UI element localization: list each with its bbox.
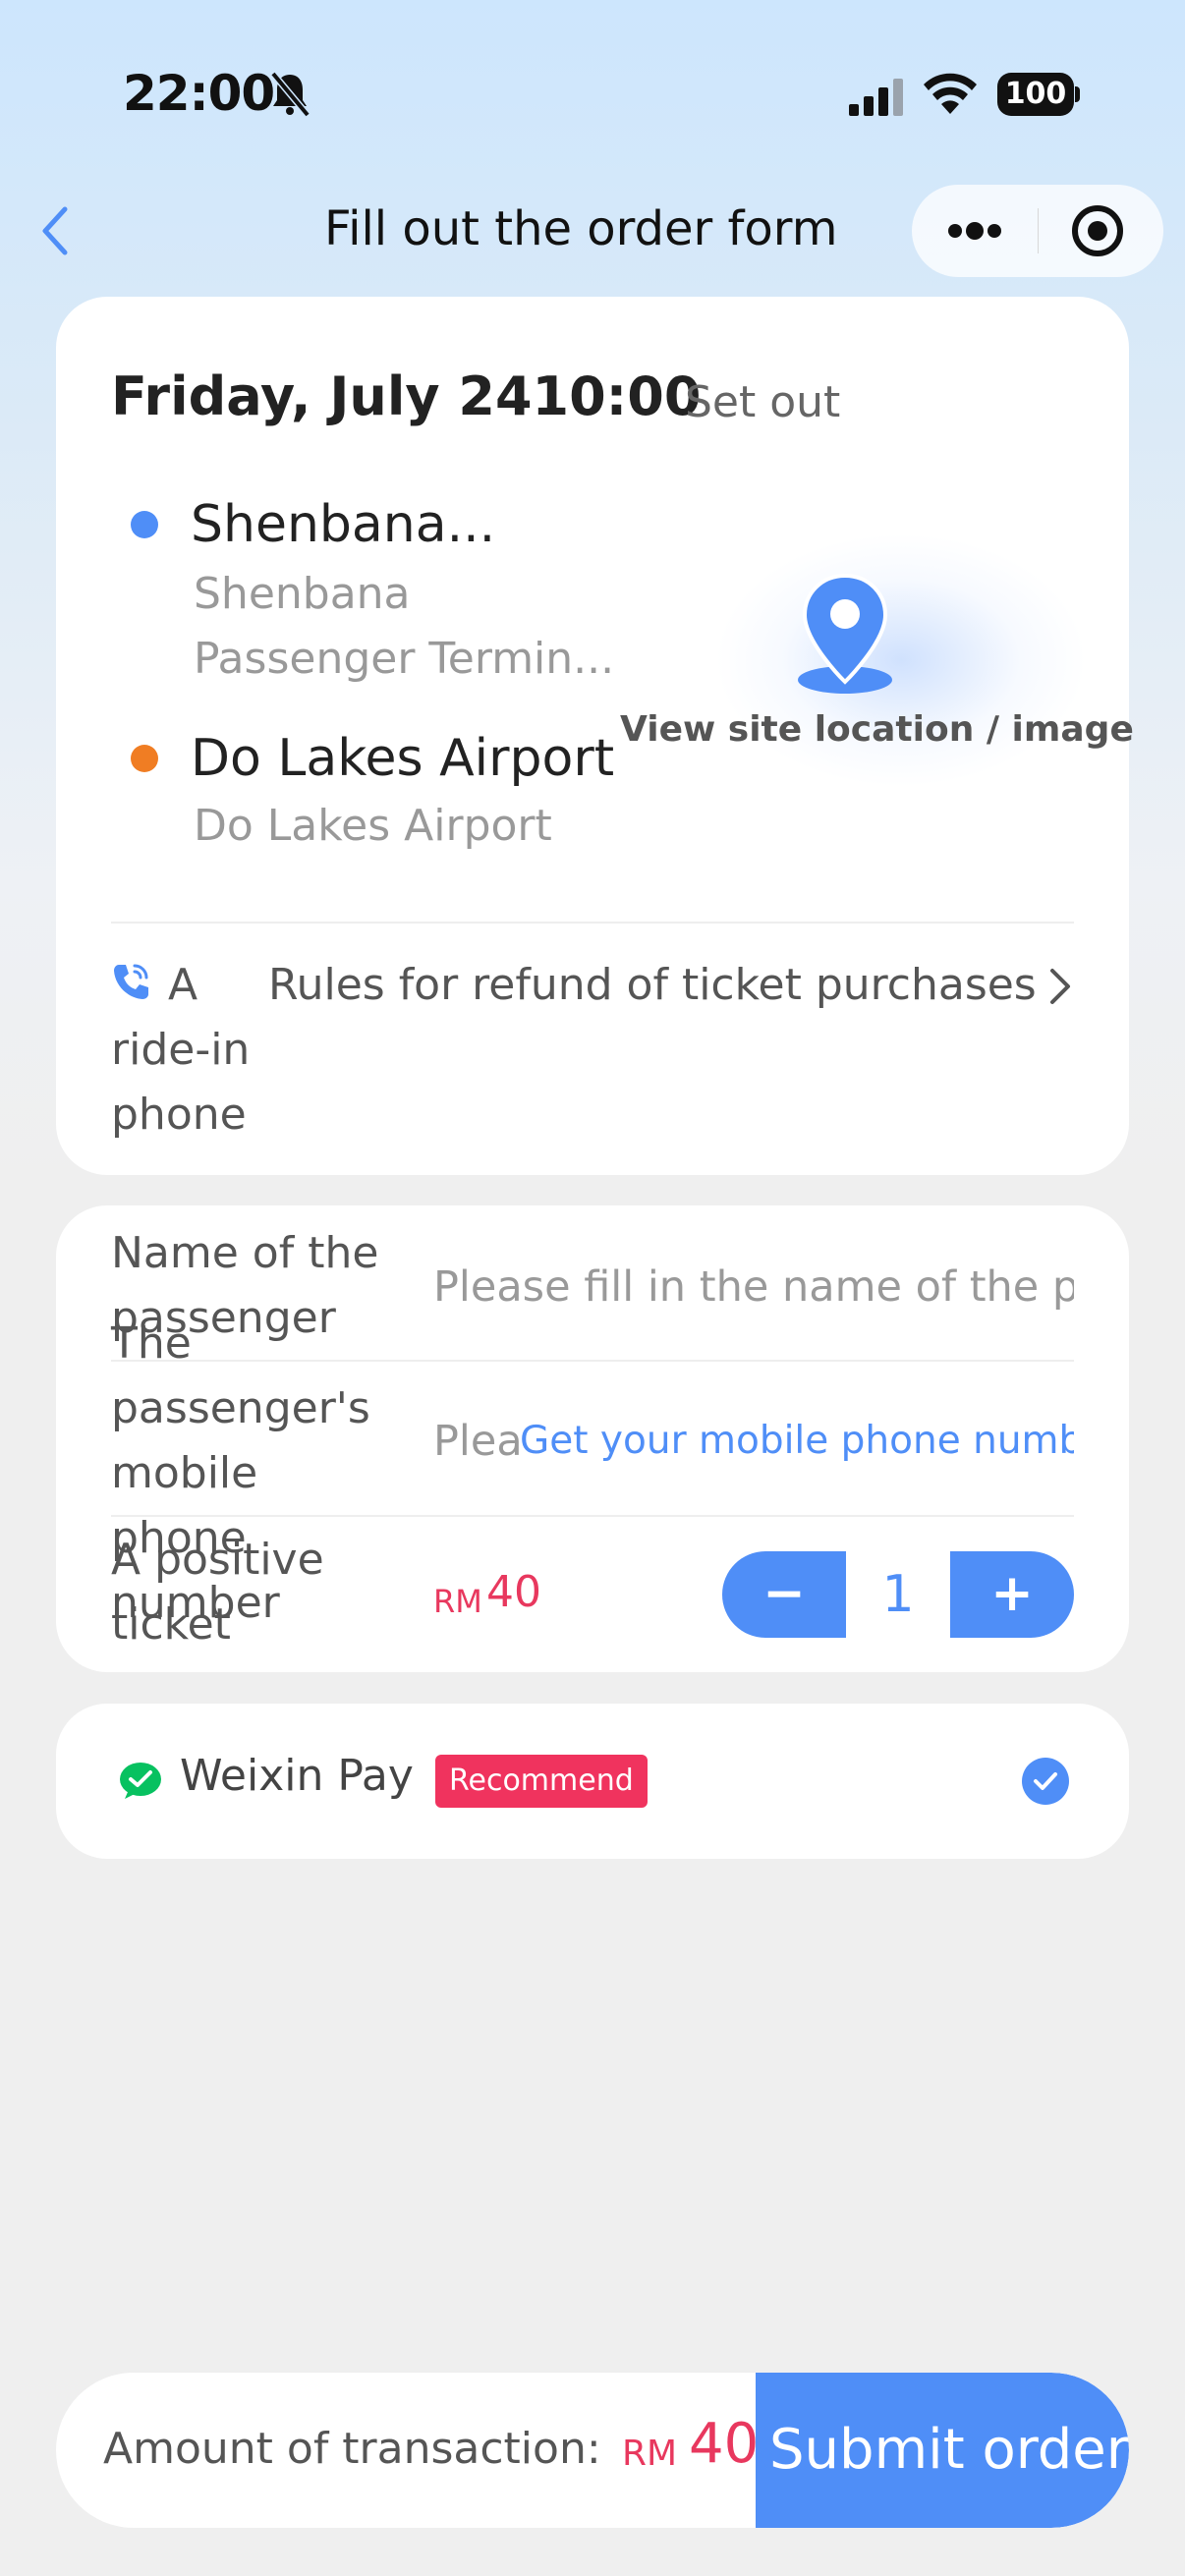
view-location-link[interactable]: View site location / image: [620, 709, 1134, 750]
wifi-icon: [924, 73, 977, 114]
trip-divider: [111, 922, 1074, 924]
plus-label: +: [990, 1564, 1034, 1623]
chevron-left-icon[interactable]: [35, 201, 75, 260]
submit-order-button[interactable]: Submit order: [756, 2373, 1129, 2528]
destination-dot: [131, 745, 158, 772]
ride-in-phone-link[interactable]: A ride-in phone: [111, 953, 278, 1148]
bell-slash-icon: [270, 71, 310, 118]
passenger-name-input[interactable]: [433, 1255, 1074, 1319]
recommend-badge: Recommend: [435, 1755, 648, 1808]
payment-card[interactable]: Weixin Pay Recommend: [56, 1704, 1129, 1859]
ticket-type-label: A positive ticket: [111, 1535, 324, 1650]
wechat-pay-icon: [120, 1763, 161, 1799]
chevron-right-icon: [1050, 969, 1070, 1004]
field-divider: [111, 1515, 1074, 1517]
refund-rules-link[interactable]: Rules for refund of ticket purchases: [268, 953, 1074, 1018]
battery-level: 100: [997, 73, 1074, 116]
checkout-bar: Amount of transaction: RM 40 Submit orde…: [56, 2373, 1129, 2528]
origin-dot: [131, 511, 158, 538]
destination-sub: Do Lakes Airport: [194, 801, 552, 851]
submit-order-label: Submit order: [769, 2418, 1129, 2482]
amount-value: 40: [689, 2412, 760, 2476]
location-pin-icon[interactable]: [791, 572, 899, 700]
amount-currency: RM: [622, 2434, 678, 2474]
origin-name: Shenbana...: [191, 495, 496, 554]
page-title: Fill out the order form: [324, 201, 838, 256]
get-phone-number-button[interactable]: Get your mobile phone number: [520, 1409, 1074, 1474]
trip-card: Friday, July 2410:00 Set out Shenbana...…: [56, 297, 1134, 1175]
ticket-quantity: 1: [881, 1565, 915, 1624]
amount-label: Amount of transaction:: [103, 2424, 601, 2474]
mini-program-capsule: [912, 185, 1163, 277]
target-close-icon[interactable]: [1039, 185, 1163, 277]
origin-sub: Shenbana Passenger Termin...: [194, 569, 615, 684]
location-glow: [714, 532, 1088, 788]
destination-name: Do Lakes Airport: [191, 729, 615, 788]
status-time: 22:00: [123, 65, 275, 122]
more-dots-icon[interactable]: [912, 185, 1038, 277]
quantity-decrease-button[interactable]: −: [722, 1551, 846, 1638]
set-out-label: Set out: [685, 377, 841, 427]
ticket-currency: RM: [433, 1583, 482, 1620]
passenger-phone-input[interactable]: [433, 1409, 522, 1474]
payment-method-name: Weixin Pay: [180, 1751, 414, 1801]
minus-label: −: [762, 1564, 806, 1623]
trip-date-time: Friday, July 2410:00: [111, 365, 702, 427]
passenger-card: Name of the passenger The passenger's mo…: [56, 1205, 1129, 1672]
ticket-price: 40: [486, 1567, 541, 1617]
signal-icon: [849, 79, 903, 116]
quantity-increase-button[interactable]: +: [950, 1551, 1074, 1638]
check-circle-icon[interactable]: [1021, 1757, 1070, 1806]
refund-rules-label: Rules for refund of ticket purchases: [268, 960, 1037, 1010]
battery-icon: 100: [997, 73, 1080, 116]
